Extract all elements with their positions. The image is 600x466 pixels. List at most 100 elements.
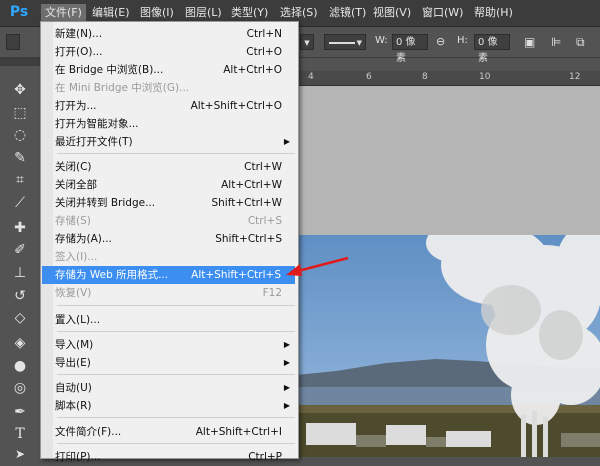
menu-item-automate[interactable]: 自动(U) ▶ — [55, 379, 296, 397]
eraser-icon[interactable]: ◇ — [9, 308, 31, 328]
menu-item-close-and-go-to-bridge[interactable]: 关闭并转到 Bridge... Shift+Ctrl+W — [55, 194, 296, 212]
stroke-line-icon — [329, 42, 355, 44]
menu-item-browse-in-mini-bridge: 在 Mini Bridge 中浏览(G)... — [55, 79, 296, 97]
width-label: W: — [375, 35, 388, 46]
type-icon[interactable]: T — [9, 424, 31, 444]
blur-icon[interactable]: ● — [9, 356, 31, 376]
menu-item-shortcut: Alt+Shift+Ctrl+S — [191, 269, 281, 281]
tools-panel-header[interactable] — [0, 58, 40, 66]
menu-separator — [57, 443, 295, 444]
menu-item-open[interactable]: 打开(O)... Ctrl+O — [55, 43, 296, 61]
link-icon[interactable]: ⊖ — [436, 35, 445, 48]
submenu-arrow-icon: ▶ — [283, 401, 290, 410]
menu-item-scripts[interactable]: 脚本(R) ▶ — [55, 397, 296, 415]
path-alignment-icon[interactable]: ⊫ — [551, 35, 561, 49]
tools-panel: ✥ ⬚ ◌ ✎ ⌗ ⟋ ✚ ✐ ⊥ ↺ ◇ ◈ ● ◎ ✒ T ➤ — [0, 58, 41, 461]
menu-item-save-for-web[interactable]: 存储为 Web 所用格式... Alt+Shift+Ctrl+S — [42, 266, 295, 284]
menu-item-label: 打开为智能对象... — [55, 118, 139, 130]
menu-item-open-recent[interactable]: 最近打开文件(T) ▶ — [55, 133, 296, 151]
menu-item-label: 置入(L)... — [55, 314, 101, 326]
menu-item-shortcut: Alt+Ctrl+O — [223, 64, 282, 76]
menu-item-label: 自动(U) — [55, 382, 92, 394]
menu-image[interactable]: 图像(I) — [136, 4, 178, 22]
submenu-arrow-icon: ▶ — [283, 137, 290, 146]
menu-separator — [57, 417, 295, 418]
eyedropper-icon[interactable]: ⟋ — [9, 193, 31, 213]
menu-file[interactable]: 文件(F) — [41, 4, 86, 22]
menu-item-save: 存储(S) Ctrl+S — [55, 212, 296, 230]
menu-select[interactable]: 选择(S) — [276, 4, 322, 22]
menu-item-shortcut: Ctrl+S — [247, 215, 282, 227]
menu-item-shortcut: Ctrl+W — [244, 161, 282, 173]
menu-separator — [57, 331, 295, 332]
history-brush-icon[interactable]: ↺ — [9, 286, 31, 306]
menu-item-new[interactable]: 新建(N)... Ctrl+N — [55, 25, 296, 43]
menu-item-label: 打开(O)... — [55, 46, 103, 58]
menu-item-shortcut: Shift+Ctrl+W — [211, 197, 282, 209]
menu-item-label: 签入(I)... — [55, 251, 98, 263]
submenu-arrow-icon: ▶ — [283, 383, 290, 392]
menu-item-label: 文件简介(F)... — [55, 426, 122, 438]
brush-icon[interactable]: ✐ — [9, 240, 31, 260]
menu-view[interactable]: 视图(V) — [369, 4, 415, 22]
menu-item-label: 打开为... — [55, 100, 97, 112]
menu-item-label: 脚本(R) — [55, 400, 92, 412]
menu-item-export[interactable]: 导出(E) ▶ — [55, 354, 296, 372]
clone-stamp-icon[interactable]: ⊥ — [9, 263, 31, 283]
path-select-icon[interactable]: ➤ — [9, 444, 31, 464]
submenu-arrow-icon: ▶ — [283, 340, 290, 349]
menu-item-place[interactable]: 置入(L)... — [55, 311, 296, 329]
horizontal-ruler: 4 6 8 10 12 — [296, 71, 600, 86]
menu-item-save-as[interactable]: 存储为(A)... Shift+Ctrl+S — [55, 230, 296, 248]
menu-filter[interactable]: 滤镜(T) — [325, 4, 370, 22]
menu-item-open-as[interactable]: 打开为... Alt+Shift+Ctrl+O — [55, 97, 296, 115]
menu-item-shortcut: F12 — [262, 287, 282, 299]
menu-item-label: 存储为(A)... — [55, 233, 112, 245]
menu-item-shortcut: Ctrl+O — [246, 46, 282, 58]
menu-item-print[interactable]: 打印(P)... Ctrl+P — [55, 448, 296, 466]
pen-icon[interactable]: ✒ — [9, 402, 31, 422]
menu-type[interactable]: 类型(Y) — [227, 4, 272, 22]
menu-item-open-as-smart-object[interactable]: 打开为智能对象... — [55, 115, 296, 133]
dodge-icon[interactable]: ◎ — [9, 378, 31, 398]
ruler-tick: 8 — [422, 72, 428, 82]
menu-item-label: 导出(E) — [55, 357, 91, 369]
height-input[interactable]: 0 像素 — [474, 34, 510, 64]
marquee-icon[interactable]: ⬚ — [9, 103, 31, 123]
menu-item-label: 恢复(V) — [55, 287, 92, 299]
menu-item-shortcut: Alt+Ctrl+W — [221, 179, 282, 191]
menu-layer[interactable]: 图层(L) — [181, 4, 226, 22]
stroke-style-dropdown[interactable]: ▼ — [324, 34, 366, 50]
path-arrangement-icon[interactable]: ⧉ — [576, 35, 585, 50]
crop-icon[interactable]: ⌗ — [9, 170, 31, 190]
menu-item-shortcut: Shift+Ctrl+S — [215, 233, 282, 245]
menu-item-shortcut: Ctrl+P — [248, 451, 282, 463]
submenu-arrow-icon: ▶ — [283, 358, 290, 367]
chevron-down-icon[interactable]: ▼ — [300, 34, 314, 50]
ruler-tick: 10 — [479, 72, 491, 82]
quick-select-icon[interactable]: ✎ — [9, 148, 31, 168]
menu-item-close-all[interactable]: 关闭全部 Alt+Ctrl+W — [55, 176, 296, 194]
menu-item-import[interactable]: 导入(M) ▶ — [55, 336, 296, 354]
healing-brush-icon[interactable]: ✚ — [9, 218, 31, 238]
menu-item-browse-in-bridge[interactable]: 在 Bridge 中浏览(B)... Alt+Ctrl+O — [55, 61, 296, 79]
menu-item-label: 存储(S) — [55, 215, 91, 227]
menu-item-close[interactable]: 关闭(C) Ctrl+W — [55, 158, 296, 176]
menu-separator — [57, 305, 295, 306]
ruler-tick: 6 — [366, 72, 372, 82]
paint-bucket-icon[interactable]: ◈ — [9, 333, 31, 353]
menu-item-shortcut: Alt+Shift+Ctrl+I — [195, 426, 282, 438]
menu-separator — [57, 153, 295, 154]
menu-edit[interactable]: 编辑(E) — [88, 4, 134, 22]
tool-preset-picker[interactable] — [6, 34, 20, 50]
menu-item-file-info[interactable]: 文件简介(F)... Alt+Shift+Ctrl+I — [55, 423, 296, 441]
menu-item-label: 在 Mini Bridge 中浏览(G)... — [55, 82, 190, 94]
lasso-icon[interactable]: ◌ — [9, 125, 31, 145]
menu-window[interactable]: 窗口(W) — [418, 4, 467, 22]
menu-help[interactable]: 帮助(H) — [470, 4, 517, 22]
menu-item-label: 关闭全部 — [55, 179, 97, 191]
menu-icon-gutter — [41, 22, 53, 458]
width-input[interactable]: 0 像素 — [392, 34, 428, 64]
move-icon[interactable]: ✥ — [9, 80, 31, 100]
path-operations-icon[interactable]: ▣ — [524, 35, 535, 49]
